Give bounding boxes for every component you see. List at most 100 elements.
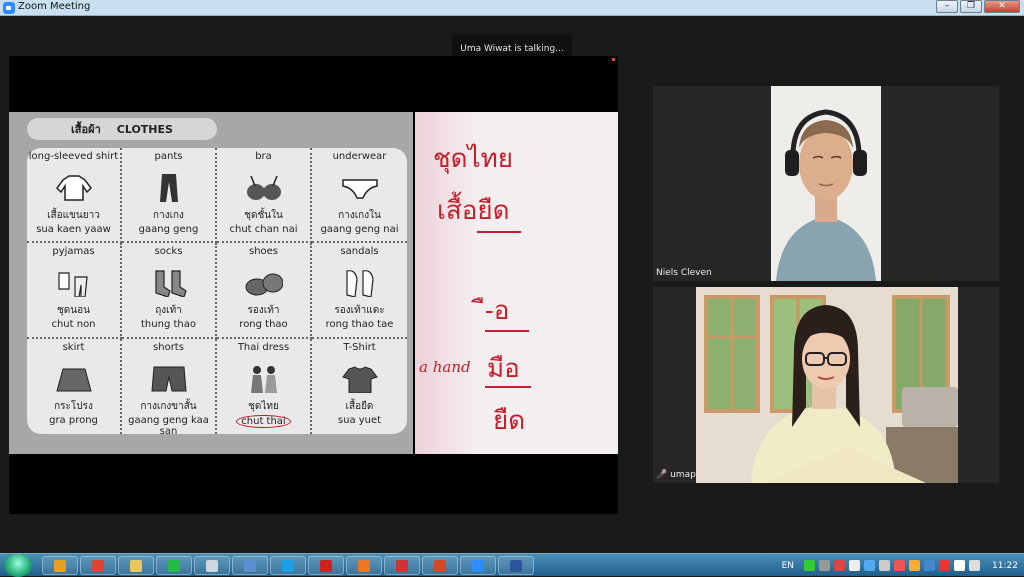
thai-dress-icon <box>250 365 277 393</box>
line-tray-icon[interactable] <box>804 560 815 571</box>
shoes-icon <box>245 273 283 296</box>
screen-recorder-icon <box>396 559 408 572</box>
taskbar-acrobat-button[interactable] <box>308 556 344 575</box>
taskbar-line-button[interactable] <box>156 556 192 575</box>
taskbar-file-explorer-button[interactable] <box>118 556 154 575</box>
screen-recorder-tray-icon[interactable] <box>834 560 845 571</box>
clothes-worksheet: เสื้อผ้า CLOTHES long-sleeved shirt เสื้อ… <box>9 112 413 454</box>
security-tray-icon[interactable] <box>924 560 935 571</box>
system-clock[interactable]: 11:22 <box>990 561 1020 571</box>
vocab-card: long-sleeved shirt เสื้อแขนยาว sua kaen ya… <box>27 148 122 244</box>
vocab-english: underwear <box>332 151 387 162</box>
vocab-romanization-text: thung thao <box>141 319 196 331</box>
language-indicator[interactable]: EN <box>782 561 794 571</box>
vocab-thai: เสื้อยืด <box>345 400 374 412</box>
participant-video-tile[interactable]: 🎤̸ umap <box>653 287 999 483</box>
battery-icon[interactable] <box>969 560 980 571</box>
network-icon[interactable] <box>849 560 860 571</box>
zoom-icon <box>472 559 484 572</box>
worksheet-title: เสื้อผ้า CLOTHES <box>27 118 217 140</box>
meeting-area: Uma Wiwat is talking... เสื้อผ้า CLOTHES… <box>0 16 1024 553</box>
vocab-romanization-text: sua yuet <box>337 414 382 426</box>
start-button[interactable] <box>4 554 32 577</box>
sandals-icon <box>345 270 374 298</box>
taskbar-zoom-button[interactable] <box>460 556 496 575</box>
flag-tray-icon[interactable] <box>939 560 950 571</box>
device-icon[interactable] <box>879 560 890 571</box>
vocab-card: T-Shirt เสื้อยืด sua yuet <box>312 339 407 434</box>
participant-video-tile[interactable]: Niels Cleven <box>653 86 999 281</box>
taskbar-screen-recorder-button[interactable] <box>384 556 420 575</box>
handwriting-yuet: ยืด <box>493 406 526 436</box>
taskbar-media-player-button[interactable] <box>42 556 78 575</box>
vocab-english: pants <box>154 151 183 162</box>
vocab-thai: ชุดชั้นใน <box>244 210 283 221</box>
windows-taskbar: EN 11:22 <box>0 553 1024 577</box>
vocab-english: Thai dress <box>237 341 290 353</box>
taskbar-chrome-button[interactable] <box>80 556 116 575</box>
vocab-romanization: gaang geng nai <box>312 224 407 235</box>
handwriting-underline-3 <box>485 386 531 388</box>
whiteboard-annotation: ชุดไทย เสื้อยืด ื-อ a hand มือ ยืด <box>415 112 618 454</box>
participant-name-text: umap <box>670 470 696 480</box>
vocab-romanization-text: rong thao <box>239 319 288 331</box>
vocab-card: socks ถุงเท้า thung thao <box>122 243 217 339</box>
t-shirt-icon <box>341 366 378 393</box>
vocab-romanization-text: gaang geng nai <box>320 224 399 235</box>
vocab-english: bra <box>255 151 272 162</box>
participant-video-feed <box>696 287 958 483</box>
vocab-romanization-text: sua kaen yaaw <box>36 224 111 235</box>
line-icon <box>168 559 180 572</box>
vocab-card: Thai dress ชุดไทย chut thai <box>217 338 312 434</box>
vocab-thai: กระโปรง <box>54 400 93 412</box>
calculator-icon <box>244 559 256 572</box>
chrome-icon <box>92 559 104 572</box>
taskbar-notepad-button[interactable] <box>194 556 230 575</box>
file-explorer-icon <box>130 559 142 572</box>
restore-button[interactable]: ❐ <box>960 0 982 13</box>
vocab-thai: ชุดไทย <box>248 400 279 412</box>
person-with-headphones-image <box>771 86 881 281</box>
taskbar-firefox-button[interactable] <box>346 556 382 575</box>
handwriting-underline-1 <box>477 231 521 233</box>
shorts-icon <box>150 366 187 392</box>
vocab-thai: รองเท้าแตะ <box>334 305 385 317</box>
vocab-card: underwear กางเกงใน gaang geng nai <box>312 148 407 244</box>
vocab-thai: กางเกงใน <box>338 210 381 221</box>
vocab-card: skirt กระโปรง gra prong <box>27 338 122 434</box>
long-sleeved-shirt-icon <box>55 175 92 201</box>
taskbar-skype-button[interactable] <box>270 556 306 575</box>
update-tray-icon[interactable] <box>909 560 920 571</box>
pyjamas-icon <box>57 272 88 298</box>
vocab-thai: รองเท้า <box>247 305 280 317</box>
volume-icon[interactable] <box>954 560 965 571</box>
taskbar-powerpoint-button[interactable] <box>422 556 458 575</box>
vocab-card: bra ชุดชั้นใน chut chan nai <box>217 148 312 244</box>
vocab-english: socks <box>154 246 183 258</box>
shared-screen[interactable]: เสื้อผ้า CLOTHES long-sleeved shirt เสื้อ… <box>9 56 618 514</box>
skirt-icon <box>55 368 92 392</box>
zoom-tray-icon[interactable] <box>864 560 875 571</box>
vocab-romanization: rong thao <box>217 319 310 330</box>
minimize-button[interactable]: – <box>936 0 958 13</box>
vocab-romanization: sua kaen yaaw <box>27 224 120 235</box>
skype-tray-icon[interactable] <box>819 560 830 571</box>
vocab-thai: กางเกง <box>153 210 184 221</box>
pants-icon <box>159 174 178 202</box>
participant-name: 🎤̸ umap <box>656 470 696 480</box>
vocab-english: pyjamas <box>52 246 95 258</box>
handwriting-a-hand: a hand <box>419 358 471 376</box>
close-button[interactable]: ✕ <box>984 0 1020 13</box>
participant-name: Niels Cleven <box>656 268 712 278</box>
vocab-romanization: gaang geng kaa san <box>122 415 215 437</box>
firefox-icon <box>358 559 370 572</box>
vocab-romanization-text: chut non <box>51 319 96 331</box>
taskbar-word-button[interactable] <box>498 556 534 575</box>
taskbar-calculator-button[interactable] <box>232 556 268 575</box>
vocab-romanization: gra prong <box>27 415 120 426</box>
vocab-romanization: rong thao tae <box>312 319 407 330</box>
vocab-card: shoes รองเท้า rong thao <box>217 243 312 339</box>
share-indicator-dot <box>612 58 615 61</box>
camera-tray-icon[interactable] <box>894 560 905 571</box>
vocab-romanization: chut non <box>27 319 120 330</box>
